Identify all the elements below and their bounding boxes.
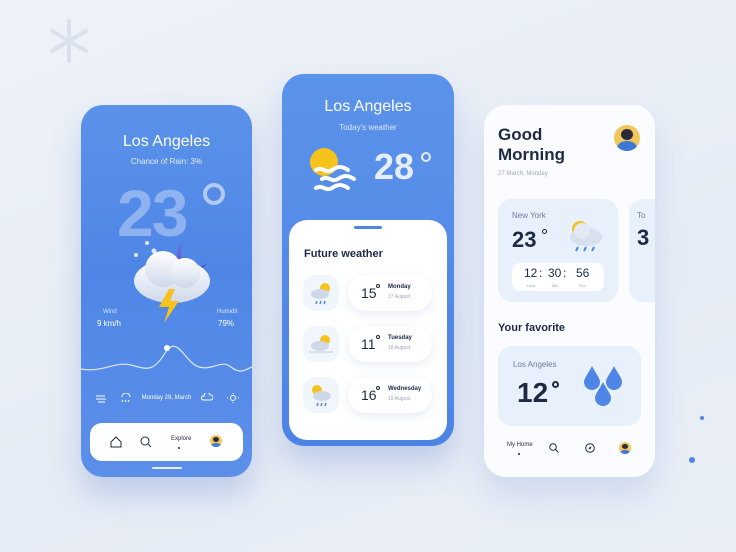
city-weather-card[interactable]: New York 23 12 : 30 : 56 Hour Min Sec (498, 199, 618, 302)
forecast-date: 19 August (388, 396, 411, 402)
raindrops-icon (584, 366, 622, 406)
favorite-title: Your favorite (498, 322, 566, 334)
forecast-temp: 11 (361, 336, 376, 352)
card-temp: 3 (637, 225, 650, 250)
sheet-drag-handle[interactable] (354, 226, 382, 229)
partly-cloudy-icon (309, 335, 333, 353)
temperature: 28 (374, 146, 415, 187)
degree-symbol (542, 229, 547, 234)
sun-icon[interactable] (227, 393, 239, 403)
rain-chance: Chance of Rain: 3% (130, 157, 203, 166)
card-temp: 23 (512, 227, 537, 252)
nav-explore[interactable]: Explore (171, 436, 191, 442)
phone-current-weather: Los Angeles Chance of Rain: 3% 23 Wind 9… (81, 105, 252, 477)
forecast-date: 18 August (388, 345, 411, 351)
humidity-value: 79% (218, 319, 235, 328)
home-indicator (152, 467, 182, 469)
greeting-title: Good Morning (498, 125, 566, 164)
clock-second: 56 (576, 266, 590, 280)
city-name: Los Angeles (324, 98, 412, 115)
card-city: New York (512, 211, 546, 220)
clock-minute: 30 (548, 266, 562, 280)
forecast-day: Tuesday (388, 335, 412, 341)
forecast-card: 16 Wednesday 19 August (348, 377, 432, 413)
bottom-nav: My Home (498, 438, 641, 462)
cloud-rain-icon (312, 385, 331, 407)
search-icon[interactable] (549, 443, 559, 453)
clock-hour-label: Hour (527, 283, 536, 288)
forecast-temp: 16 (361, 387, 377, 403)
degree-symbol (552, 381, 559, 388)
greeting-date: 27 March, Monday (498, 171, 548, 177)
search-icon[interactable] (140, 436, 152, 448)
humidity-label: Humidit (217, 309, 238, 315)
phone-home: Good Morning 27 March, Monday New York 2… (484, 105, 655, 477)
time-display: 12 : 30 : 56 Hour Min Sec (512, 263, 604, 291)
degree-symbol (203, 183, 225, 205)
avatar[interactable] (210, 435, 222, 447)
city-name: Los Angeles (122, 133, 211, 150)
favorite-city-card[interactable]: Los Angeles 12 (498, 346, 641, 426)
favorite-city: Los Angeles (513, 360, 557, 369)
avatar[interactable] (614, 125, 640, 151)
forecast-sheet[interactable]: Future weather 15 Monday 17 August 11 Tu… (289, 220, 447, 440)
degree-symbol (376, 335, 380, 339)
forecast-day: Monday (388, 284, 411, 290)
phone-forecast: Los Angeles Today's weather 28 Future we… (282, 74, 454, 446)
forecast-card: 11 Tuesday 18 August (348, 326, 432, 362)
forecast-title: Future weather (304, 248, 383, 260)
cloudy-icon[interactable] (201, 393, 213, 403)
forecast-day: Wednesday (388, 386, 422, 392)
nav-active-dot (518, 453, 520, 455)
forecast-date: 17 August (388, 294, 411, 300)
snowflake-decoration-icon (689, 411, 736, 489)
bottom-nav: Explore (90, 423, 243, 461)
favorite-temp: 12 (517, 377, 549, 408)
forecast-temp: 15 (361, 285, 377, 301)
nav-active-dot (178, 447, 180, 449)
card-city: To (637, 211, 646, 220)
compass-icon[interactable] (585, 443, 595, 453)
sun-wind-icon (310, 148, 356, 192)
city-weather-card-next[interactable]: To 3 (629, 199, 655, 302)
wind-label: Wind (103, 309, 117, 315)
forecast-row[interactable]: 11 Tuesday 18 August (303, 326, 433, 362)
forecast-row[interactable]: 16 Wednesday 19 August (303, 377, 433, 413)
degree-symbol (376, 386, 380, 390)
forecast-icon-container (303, 326, 339, 362)
temperature-wave-graph (81, 345, 252, 372)
cloud-rain-sun-icon (570, 221, 602, 252)
today-weather-label: Today's weather (339, 123, 397, 132)
forecast-card: 15 Monday 17 August (348, 275, 432, 311)
storm-cloud-icon (134, 241, 210, 323)
home-icon[interactable] (110, 436, 122, 448)
avatar[interactable] (619, 442, 631, 454)
clock-hour: 12 (524, 266, 538, 280)
degree-symbol (376, 284, 380, 288)
clock-second-label: Sec (579, 283, 586, 288)
forecast-icon-container (303, 377, 339, 413)
clock-minute-label: Min (552, 283, 559, 288)
degree-symbol (421, 152, 431, 162)
forecast-row[interactable]: 15 Monday 17 August (303, 275, 433, 311)
nav-my-home[interactable]: My Home (507, 442, 533, 448)
snowflake-decoration-icon (50, 19, 88, 63)
wind-value: 9 km/h (97, 319, 122, 328)
forecast-icon-container (303, 275, 339, 311)
cloud-rain-icon (311, 283, 330, 305)
